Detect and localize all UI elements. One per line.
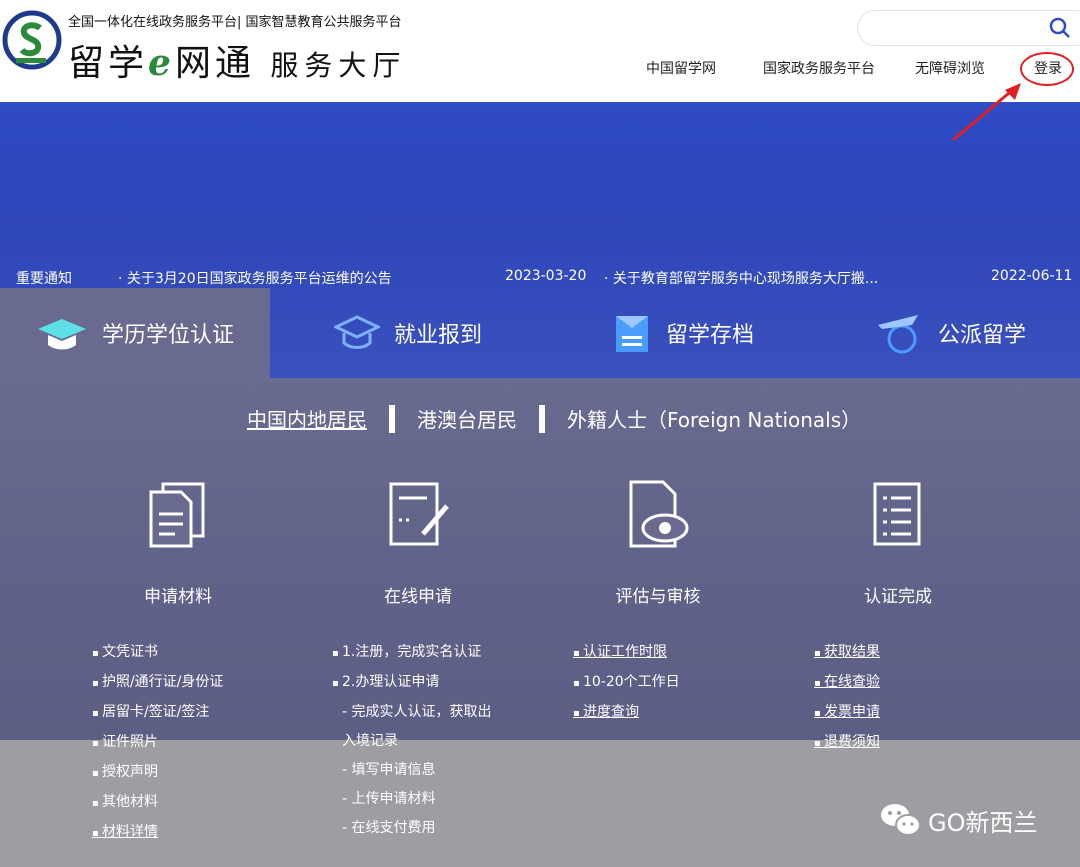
logo-title[interactable]: 留学e网通 服务大厅 — [68, 34, 406, 86]
logo-subtitle: 服务大厅 — [270, 49, 406, 82]
tab-label: 留学存档 — [666, 317, 754, 349]
done-list: 获取结果 在线查验 发票申请 退费须知 — [814, 638, 880, 758]
logo-char: 留 — [68, 43, 108, 84]
checklist-icon — [863, 478, 933, 550]
notice-label: 重要通知 — [16, 268, 72, 288]
divider — [389, 405, 395, 433]
step-label: 认证完成 — [818, 582, 978, 607]
materials-details-link[interactable]: 材料详情 — [92, 818, 223, 848]
step-review: 评估与审核 — [578, 478, 738, 607]
document-eye-icon — [623, 478, 693, 550]
search-input[interactable] — [857, 10, 1079, 46]
list-item: 1.注册，完成实名认证 — [332, 638, 492, 668]
materials-list: 文凭证书 护照/通行证/身份证 居留卡/签证/签注 证件照片 授权声明 其他材料… — [92, 638, 223, 848]
highlight-circle — [1020, 52, 1074, 86]
step-label: 评估与审核 — [578, 582, 738, 607]
list-item: 入境记录 — [332, 727, 492, 756]
list-item: - 完成实人认证，获取出 — [332, 698, 492, 727]
step-online-apply: 在线申请 — [338, 478, 498, 607]
step-materials: 申请材料 — [98, 478, 258, 607]
notice-link[interactable]: · 关于教育部留学服务中心现场服务大厅搬... — [604, 268, 878, 288]
wechat-icon — [880, 802, 922, 838]
documents-icon — [143, 478, 213, 550]
get-result-link[interactable]: 获取结果 — [814, 638, 880, 668]
residency-tabs: 中国内地居民 港澳台居民 外籍人士（Foreign Nationals） — [247, 404, 861, 433]
form-edit-icon — [383, 478, 453, 550]
tab-degree-certification[interactable]: 学历学位认证 — [0, 288, 270, 378]
watermark: GO新西兰 — [880, 802, 1038, 838]
list-item: 居留卡/签证/签注 — [92, 698, 223, 728]
list-item: 文凭证书 — [92, 638, 223, 668]
review-list: 认证工作时限 10-20个工作日 进度查询 — [573, 638, 680, 728]
list-item: 其他材料 — [92, 788, 223, 818]
logo-tagline: 全国一体化在线政务服务平台| 国家智慧教育公共服务平台 — [68, 11, 402, 30]
search-icon[interactable] — [1049, 17, 1071, 39]
notice-link[interactable]: · 关于3月20日国家政务服务平台运维的公告 — [118, 268, 392, 288]
logo-char: e — [148, 42, 175, 84]
subtab-hk-macao-taiwan[interactable]: 港澳台居民 — [417, 404, 517, 433]
list-item: 护照/通行证/身份证 — [92, 668, 223, 698]
tab-label: 学历学位认证 — [102, 317, 234, 349]
invoice-link[interactable]: 发票申请 — [814, 698, 880, 728]
list-item: 授权声明 — [92, 758, 223, 788]
tab-government-sponsored[interactable]: 公派留学 — [876, 288, 1026, 378]
nav-accessibility[interactable]: 无障碍浏览 — [915, 58, 985, 78]
apply-list: 1.注册，完成实名认证 2.办理认证申请 - 完成实人认证，获取出 入境记录 -… — [332, 638, 492, 843]
notice-date: 2022-06-11 — [991, 268, 1072, 284]
archive-icon — [612, 312, 652, 354]
apply-link[interactable]: 2.办理认证申请 — [332, 668, 492, 698]
list-item: - 上传申请材料 — [332, 785, 492, 814]
nav-cscse[interactable]: 中国留学网 — [646, 58, 716, 78]
list-item: 10-20个工作日 — [573, 668, 680, 698]
graduation-cap-icon — [334, 313, 380, 353]
plane-globe-icon — [876, 311, 924, 355]
logo-char: 学 — [108, 43, 148, 84]
list-item: - 在线支付费用 — [332, 814, 492, 843]
subtab-mainland[interactable]: 中国内地居民 — [247, 404, 367, 433]
subtab-foreign[interactable]: 外籍人士（Foreign Nationals） — [567, 404, 861, 433]
tab-label: 就业报到 — [394, 317, 482, 349]
refund-link[interactable]: 退费须知 — [814, 728, 880, 758]
logo-char: 网 — [175, 43, 215, 84]
nav-gov-platform[interactable]: 国家政务服务平台 — [763, 58, 875, 78]
progress-query-link[interactable]: 进度查询 — [573, 698, 680, 728]
step-label: 申请材料 — [98, 582, 258, 607]
tab-archive[interactable]: 留学存档 — [612, 288, 754, 378]
list-item: 证件照片 — [92, 728, 223, 758]
graduation-cap-icon — [36, 313, 88, 353]
watermark-text: GO新西兰 — [928, 803, 1038, 838]
tab-employment[interactable]: 就业报到 — [334, 288, 482, 378]
time-limit-link[interactable]: 认证工作时限 — [573, 638, 680, 668]
header: 全国一体化在线政务服务平台| 国家智慧教育公共服务平台 留学e网通 服务大厅 中… — [0, 0, 1080, 102]
logo-icon — [2, 10, 62, 70]
notice-date: 2023-03-20 — [505, 268, 586, 284]
online-verify-link[interactable]: 在线查验 — [814, 668, 880, 698]
list-item: - 填写申请信息 — [332, 756, 492, 785]
step-label: 在线申请 — [338, 582, 498, 607]
step-complete: 认证完成 — [818, 478, 978, 607]
logo-char: 通 — [215, 43, 255, 84]
arrow-annotation — [945, 80, 1025, 144]
tab-label: 公派留学 — [938, 317, 1026, 349]
divider — [539, 405, 545, 433]
